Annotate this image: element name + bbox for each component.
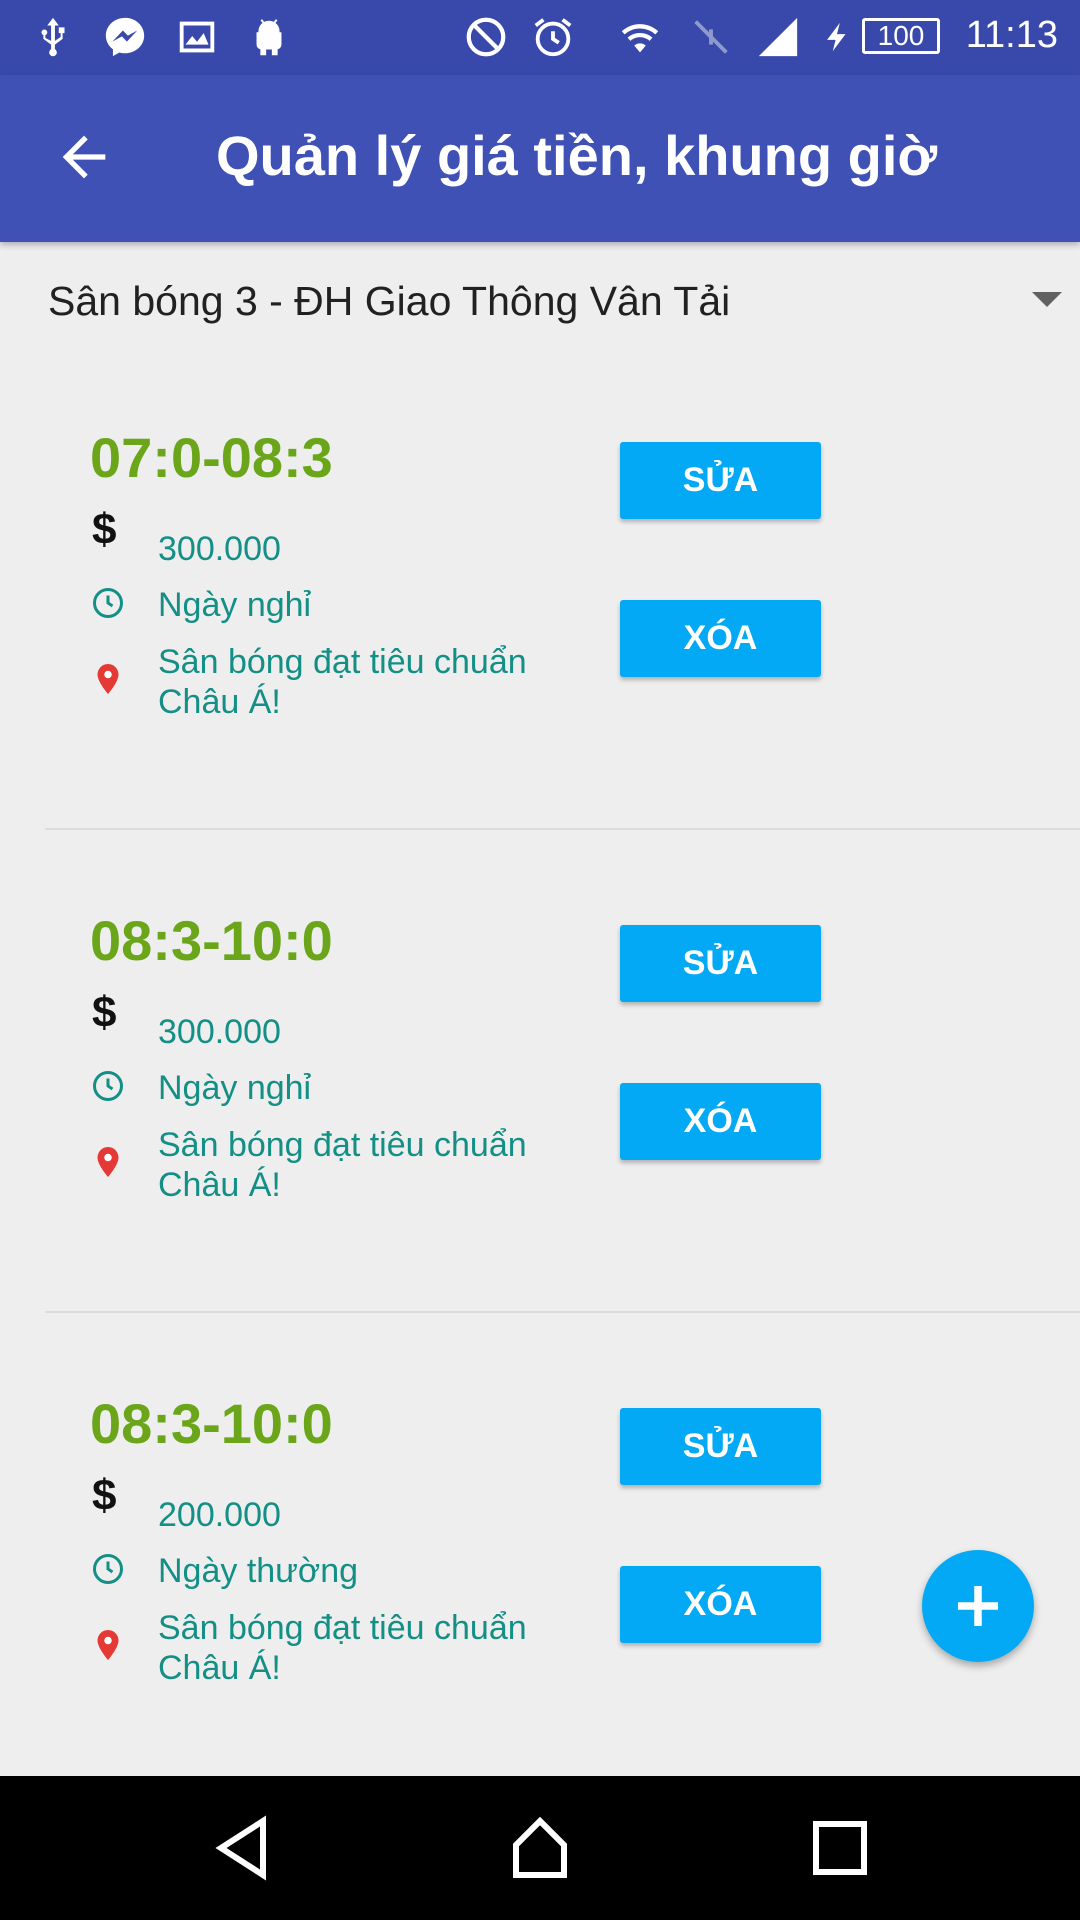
time-range: 08:3-10:0 (90, 909, 333, 972)
clock-icon (93, 1554, 123, 1584)
plus-icon (958, 1586, 998, 1626)
location-pin-icon (97, 664, 119, 694)
signal-icon (758, 17, 798, 57)
delete-button[interactable]: XÓA (620, 600, 821, 677)
navigation-bar (0, 1776, 1080, 1920)
edit-button[interactable]: SỬA (620, 442, 821, 519)
price-value: 300.000 (158, 1013, 281, 1051)
time-range: 07:0-08:3 (90, 426, 333, 489)
app-bar: Quản lý giá tiền, khung giờ (0, 75, 1080, 242)
no-disturb-icon (466, 17, 506, 57)
spinner-selected-value: Sân bóng 3 - ĐH Giao Thông Vân Tải (48, 278, 731, 324)
clock-icon (93, 588, 123, 618)
edit-button[interactable]: SỬA (620, 925, 821, 1002)
edit-button[interactable]: SỬA (620, 1408, 821, 1485)
delete-button[interactable]: XÓA (620, 1566, 821, 1643)
price-slot-card: 08:3-10:0 $ 300.000 Ngày nghỉ Sân bóng đ… (0, 830, 1080, 1313)
price-slot-card: 07:0-08:3 $ 300.000 Ngày nghỉ Sân bóng đ… (0, 347, 1080, 830)
price-value: 200.000 (158, 1496, 281, 1534)
page-title: Quản lý giá tiền, khung giờ (216, 124, 938, 187)
battery-icon: 100 (862, 18, 940, 54)
field-selector-spinner[interactable]: Sân bóng 3 - ĐH Giao Thông Vân Tải (0, 242, 1080, 362)
android-icon (256, 19, 282, 56)
dollar-icon: $ (92, 1471, 117, 1520)
dollar-icon: $ (92, 988, 117, 1037)
description-line-2: Châu Á! (158, 1166, 281, 1204)
no-signal-icon (694, 20, 728, 54)
status-bar: 100 11:13 (0, 0, 1080, 75)
description-line-1: Sân bóng đạt tiêu chuẩn (158, 643, 527, 681)
day-type: Ngày nghỉ (158, 586, 312, 624)
arrow-back-icon[interactable] (52, 125, 116, 189)
delete-button[interactable]: XÓA (620, 1083, 821, 1160)
dollar-icon: $ (92, 505, 117, 554)
image-icon (179, 21, 215, 53)
location-pin-icon (97, 1147, 119, 1177)
charging-icon (827, 22, 846, 52)
status-time: 11:13 (965, 14, 1058, 56)
description-line-1: Sân bóng đạt tiêu chuẩn (158, 1609, 527, 1647)
location-pin-icon (97, 1630, 119, 1660)
add-button[interactable] (922, 1550, 1034, 1662)
day-type: Ngày thường (158, 1552, 359, 1590)
day-type: Ngày nghỉ (158, 1069, 312, 1107)
home-icon[interactable] (504, 1812, 576, 1884)
messenger-icon (105, 17, 145, 57)
price-slot-card: 08:3-10:0 $ 200.000 Ngày thường Sân bóng… (0, 1313, 1080, 1796)
wifi-icon (621, 24, 659, 53)
time-range: 08:3-10:0 (90, 1392, 333, 1455)
price-value: 300.000 (158, 530, 281, 568)
description-line-2: Châu Á! (158, 683, 281, 721)
recents-icon[interactable] (804, 1812, 876, 1884)
usb-icon (41, 17, 65, 57)
clock-icon (93, 1071, 123, 1101)
alarm-icon (534, 18, 572, 57)
description-line-1: Sân bóng đạt tiêu chuẩn (158, 1126, 527, 1164)
dropdown-arrow-icon (1032, 292, 1062, 307)
back-triangle-icon[interactable] (206, 1812, 278, 1884)
description-line-2: Châu Á! (158, 1649, 281, 1687)
